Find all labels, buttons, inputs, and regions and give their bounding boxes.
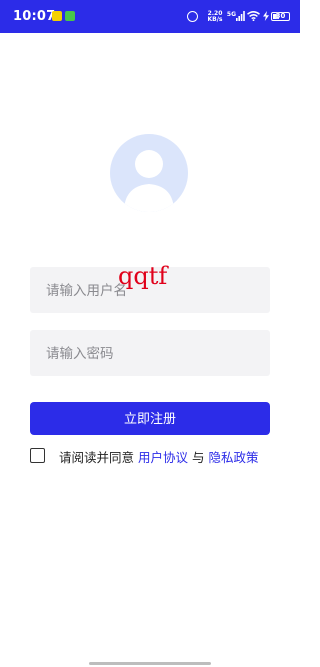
user-agreement-link[interactable]: 用户协议 bbox=[138, 450, 188, 465]
battery-icon: 30 bbox=[271, 12, 290, 21]
notification-app-icon bbox=[65, 11, 75, 21]
network-speed: 2.20 KB/s bbox=[206, 11, 224, 23]
home-indicator[interactable] bbox=[89, 662, 211, 665]
network-type: 5G bbox=[226, 11, 236, 18]
agreement-text: 请阅读并同意 用户协议 与 隐私政策 bbox=[59, 447, 258, 466]
avatar[interactable] bbox=[110, 134, 188, 212]
network-speed-unit: KB/s bbox=[207, 16, 223, 23]
agreement-prefix: 请阅读并同意 bbox=[59, 450, 138, 465]
overlay-text: qqtf bbox=[118, 262, 168, 290]
agreement-join: 与 bbox=[188, 450, 209, 465]
status-indicators: 2.20 KB/s 5G 30 bbox=[180, 9, 290, 25]
wifi-icon bbox=[247, 11, 260, 21]
signal-icon bbox=[236, 11, 245, 21]
battery-level: 30 bbox=[275, 12, 286, 20]
password-input[interactable] bbox=[44, 330, 268, 378]
password-field[interactable] bbox=[30, 330, 270, 378]
alarm-icon bbox=[187, 11, 198, 22]
status-bar: 10:07 2.20 KB/s 5G 30 bbox=[0, 0, 300, 33]
agreement-checkbox[interactable] bbox=[30, 448, 45, 463]
charging-icon bbox=[263, 11, 269, 21]
privacy-policy-link[interactable]: 隐私政策 bbox=[208, 450, 258, 465]
avatar-icon bbox=[124, 150, 174, 212]
register-button[interactable]: 立即注册 bbox=[30, 402, 270, 435]
status-time: 10:07 bbox=[13, 9, 56, 24]
notification-app-icon bbox=[52, 11, 62, 21]
